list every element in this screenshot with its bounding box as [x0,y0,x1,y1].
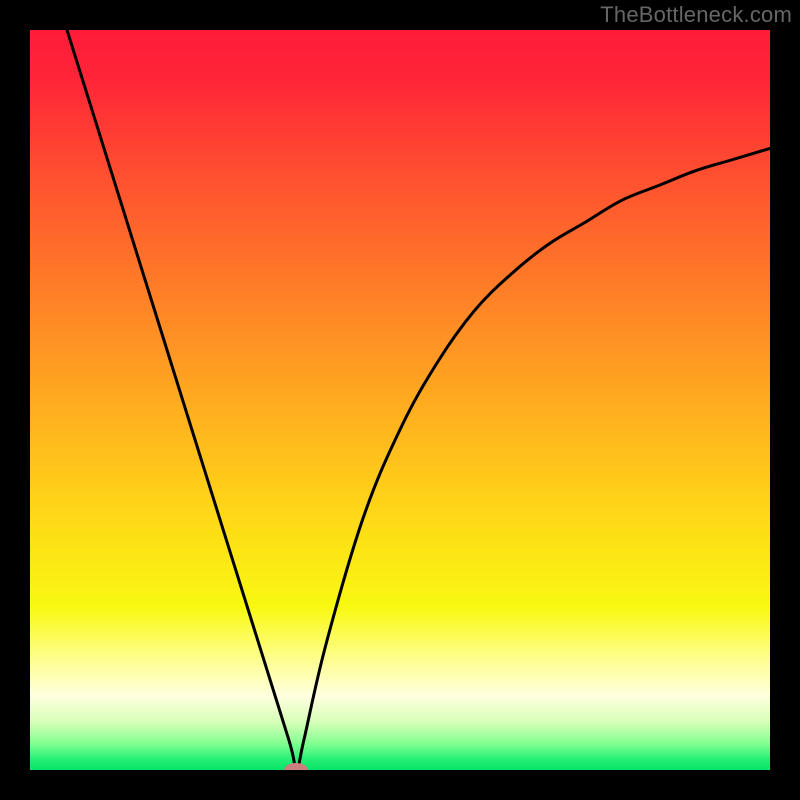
curve-svg [30,30,770,770]
watermark-text: TheBottleneck.com [600,2,792,28]
optimal-marker [284,763,308,770]
bottleneck-curve [67,30,770,770]
chart-frame: TheBottleneck.com [0,0,800,800]
plot-area [30,30,770,770]
